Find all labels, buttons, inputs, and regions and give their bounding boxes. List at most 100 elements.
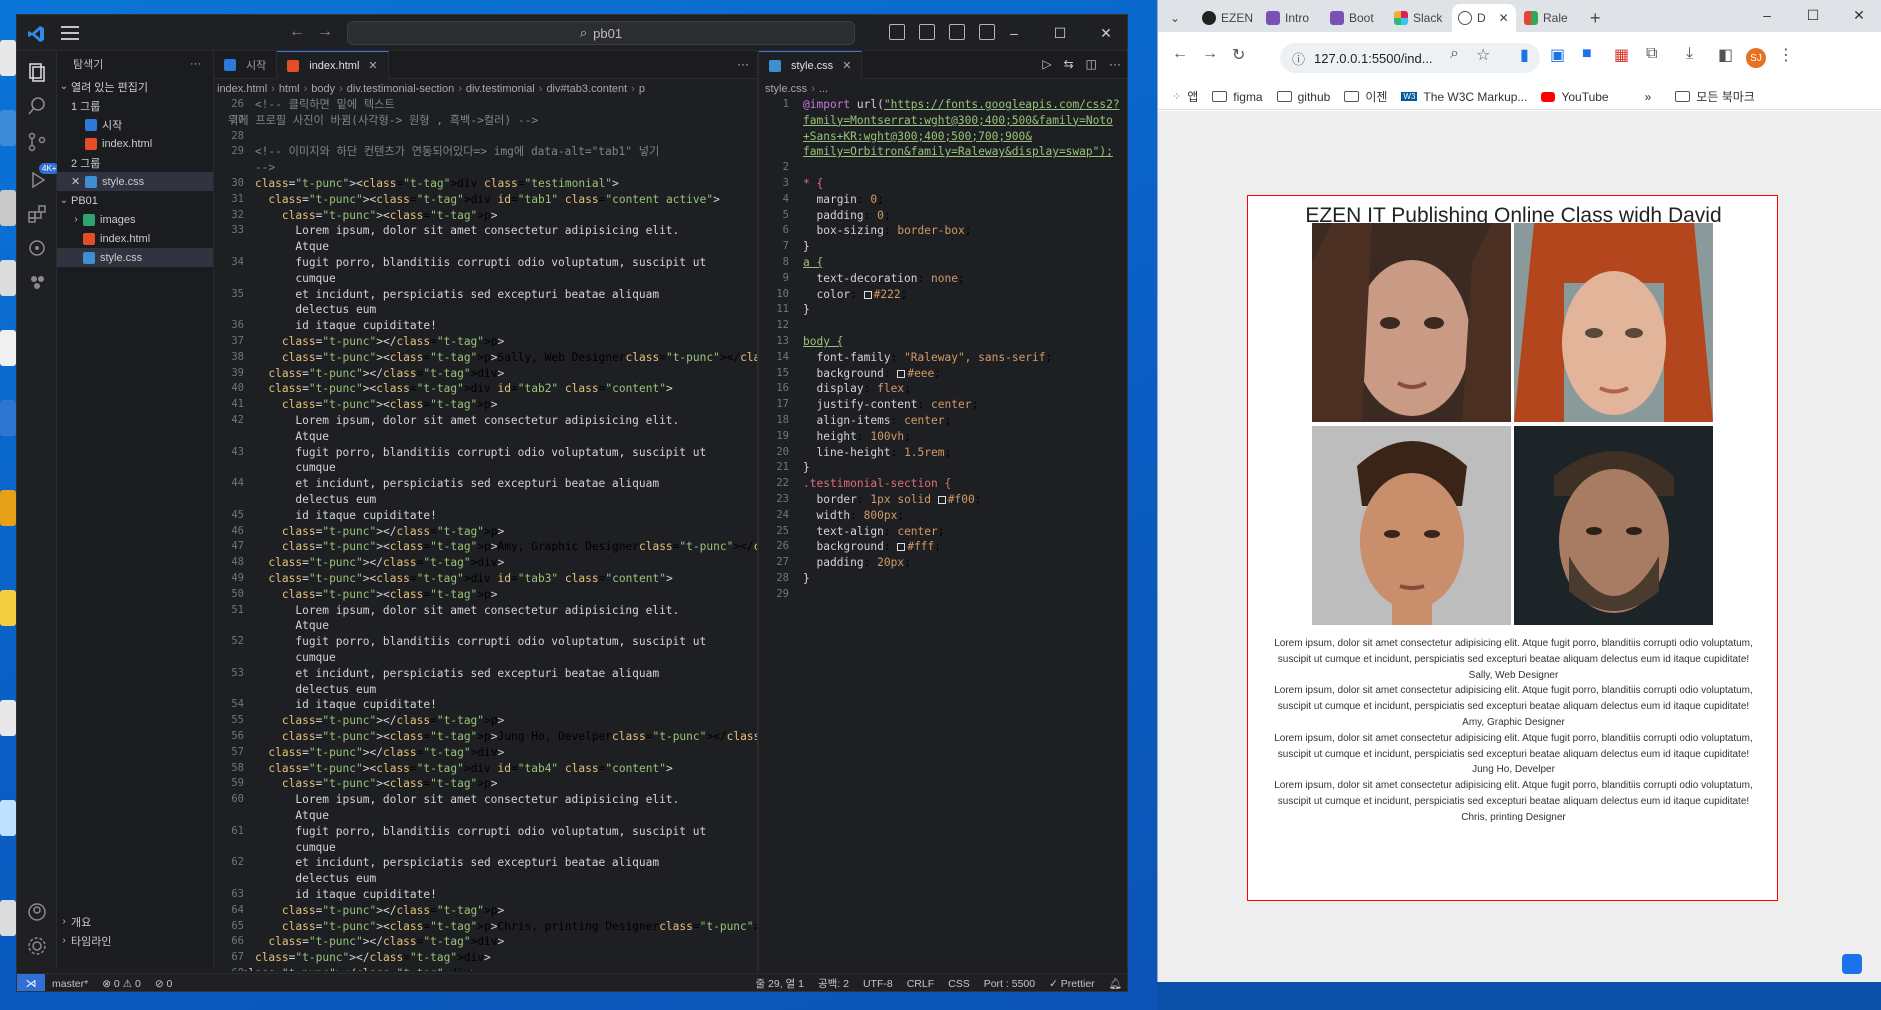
code-line[interactable]: delectus eum [228, 682, 376, 698]
code-line[interactable]: } [803, 302, 810, 318]
desktop-icon[interactable] [0, 800, 16, 836]
code-line[interactable]: class="t-punc"><class="t-tag">p>Jung Ho,… [228, 729, 757, 745]
bookmark-w3c[interactable]: W3 The W3C Markup... [1401, 90, 1527, 104]
code-line[interactable]: class="t-punc"></class="t-tag">p> [228, 524, 504, 540]
breadcrumb-item[interactable]: ... [819, 83, 828, 95]
download-icon[interactable]: ⤓ [1686, 45, 1693, 63]
tab-search-button[interactable]: ⌄ [1164, 4, 1190, 32]
code-line[interactable]: <!-- 이미지와 하단 컨텐츠가 연동되어있다=> img에 data-alt… [228, 144, 659, 160]
code-line[interactable]: class="t-punc"><class="t-tag">p>Chris, p… [228, 919, 757, 935]
code-line[interactable]: class="t-punc"><class="t-tag">div id="ta… [228, 192, 719, 208]
code-line[interactable]: class="t-punc"></class="t-tag">div> [228, 950, 491, 966]
maximize-button[interactable]: ☐ [1037, 15, 1083, 51]
project-folder[interactable]: ⌄ PB01 [57, 191, 213, 210]
bookmark-folder[interactable]: github [1276, 90, 1330, 104]
extensions-puzzle-icon[interactable]: ⧉ [1646, 45, 1657, 63]
maximize-button[interactable]: ☐ [1790, 0, 1836, 30]
breadcrumb-item[interactable]: p [639, 83, 645, 95]
close-button[interactable]: ✕ [1836, 0, 1881, 30]
code-line[interactable]: height: 100vh; [803, 429, 910, 445]
css-editor[interactable]: 1 @import url("https://fonts.googleapis.c… [759, 97, 1127, 971]
forward-icon[interactable]: → [1202, 45, 1218, 63]
code-line[interactable]: et incidunt, perspiciatis sed excepturi … [228, 855, 659, 871]
breadcrumb-item[interactable]: div.testimonial [466, 83, 535, 95]
toggle-secondary-sidebar-icon[interactable] [949, 24, 965, 40]
line-ending[interactable]: CRLF [900, 978, 941, 990]
code-line[interactable]: class="t-punc"><class="t-tag">div id="ta… [228, 761, 672, 777]
source-control-icon[interactable] [26, 131, 48, 153]
code-line[interactable]: Lorem ipsum, dolor sit amet consectetur … [228, 413, 679, 429]
code-line[interactable]: Atque [228, 239, 329, 255]
testing-icon[interactable] [26, 271, 48, 293]
indentation[interactable]: 공백: 2 [811, 976, 856, 991]
code-line[interactable]: padding: 20px; [803, 555, 910, 571]
code-line[interactable]: class="t-punc"></class="t-tag">div> [228, 934, 504, 950]
settings-gear-icon[interactable] [26, 935, 48, 957]
desktop-icon[interactable] [0, 330, 16, 366]
remote-indicator-icon[interactable]: ⋊ [17, 973, 45, 991]
close-icon[interactable]: ✕ [1499, 11, 1509, 25]
close-icon[interactable]: ✕ [842, 59, 851, 72]
timeline-section[interactable]: › 타임라인 [57, 931, 214, 950]
file-item[interactable]: index.html [57, 229, 213, 248]
code-line[interactable]: class="t-punc"></class="t-tag">div> [228, 966, 477, 971]
compare-icon[interactable]: ⇆ [1064, 57, 1074, 71]
code-line[interactable]: Lorem ipsum, dolor sit amet consectetur … [228, 792, 679, 808]
close-icon[interactable]: ✕ [368, 59, 377, 72]
bookmarks-overflow[interactable]: » [1645, 90, 1652, 104]
profile-avatar[interactable]: SJ [1746, 48, 1766, 68]
desktop-icon[interactable] [0, 260, 16, 296]
extension-icon[interactable]: ▣ [1550, 45, 1565, 65]
tab-welcome[interactable]: 시작 [214, 51, 278, 79]
code-line[interactable]: class="t-punc"></class="t-tag">p> [228, 903, 504, 919]
code-line[interactable]: et incidunt, perspiciatis sed excepturi … [228, 476, 659, 492]
code-line[interactable]: family=Orbitron&family=Raleway&display=s… [803, 144, 1113, 160]
code-line[interactable]: 위에 프로필 사진이 바뀜(사각형-> 원형 , 흑백->컬러) --> [228, 113, 538, 129]
code-line[interactable]: class="t-punc"></class="t-tag">div> [228, 745, 504, 761]
code-line[interactable]: background: #eee; [803, 366, 941, 382]
file-item[interactable]: style.css [57, 248, 213, 267]
back-icon[interactable]: ← [1172, 45, 1188, 63]
desktop-icon[interactable] [0, 590, 16, 626]
code-line[interactable]: cumque [228, 460, 335, 476]
bookmark-all[interactable]: 모든 북마크 [1675, 88, 1755, 105]
close-icon[interactable]: ✕ [71, 175, 85, 188]
code-line[interactable]: et incidunt, perspiciatis sed excepturi … [228, 287, 659, 303]
bookmark-folder[interactable]: 이젠 [1344, 88, 1387, 105]
profile-photo-4[interactable] [1514, 426, 1713, 625]
extension-icon[interactable]: ▦ [1614, 45, 1629, 65]
encoding[interactable]: UTF-8 [856, 978, 900, 990]
desktop-icon[interactable] [0, 490, 16, 526]
toggle-panel-icon[interactable] [919, 24, 935, 40]
desktop-icon[interactable] [0, 190, 16, 226]
desktop-icon[interactable] [0, 700, 16, 736]
minimize-button[interactable]: – [991, 15, 1037, 51]
code-line[interactable]: delectus eum [228, 492, 376, 508]
site-info-icon[interactable]: ⓘ [1292, 49, 1305, 68]
profile-photo-2[interactable] [1514, 223, 1713, 422]
code-line[interactable]: } [803, 571, 810, 587]
nav-arrows[interactable]: ←→ [289, 23, 345, 41]
code-line[interactable]: +Sans+KR:wght@300;400;500;700;900& [803, 129, 1032, 145]
close-button[interactable]: ✕ [1083, 15, 1127, 51]
code-line[interactable]: cumque [228, 271, 335, 287]
notifications-icon[interactable]: 🔔︎ [1102, 977, 1127, 990]
code-line[interactable]: class="t-punc"><class="t-tag">p> [228, 397, 498, 413]
code-line[interactable]: <!-- 클릭하면 밑에 텍스트 [228, 97, 395, 113]
color-picker-icon[interactable] [1842, 954, 1862, 974]
code-line[interactable]: fugit porro, blanditiis corrupti odio vo… [228, 445, 706, 461]
bookmark-star-icon[interactable]: ☆ [1476, 45, 1490, 65]
color-swatch[interactable] [897, 543, 906, 552]
profile-photo-1[interactable] [1312, 223, 1511, 422]
desktop-icon[interactable] [0, 110, 16, 146]
code-line[interactable]: delectus eum [228, 871, 376, 887]
desktop-icon[interactable] [0, 400, 16, 436]
code-line[interactable]: width: 800px; [803, 508, 904, 524]
new-tab-button[interactable]: + [1584, 4, 1608, 32]
editor-group-1[interactable]: 1 그룹 [57, 96, 213, 115]
code-line[interactable]: id itaque cupiditate! [228, 318, 436, 334]
code-line[interactable]: color: #222; [803, 287, 907, 303]
code-line[interactable]: et incidunt, perspiciatis sed excepturi … [228, 666, 659, 682]
browser-tab[interactable]: Intro [1260, 4, 1322, 32]
browser-tab-active[interactable]: D ✕ [1452, 4, 1516, 32]
